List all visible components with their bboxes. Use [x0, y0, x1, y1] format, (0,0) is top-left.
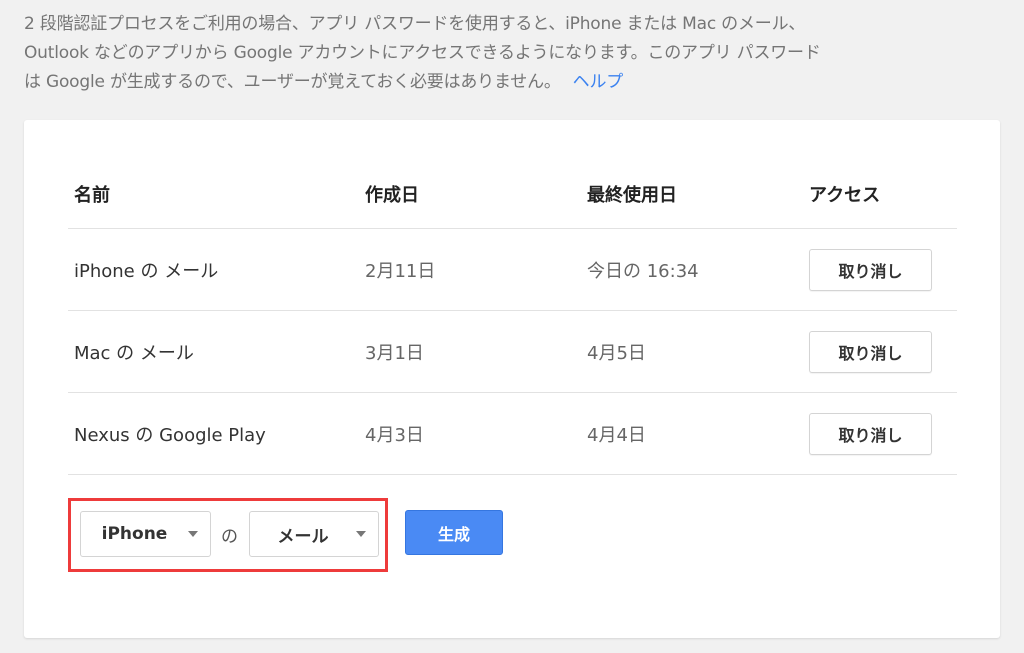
chevron-down-icon: [188, 531, 198, 537]
revoke-button[interactable]: 取り消し: [809, 248, 932, 291]
intro-text: 2 段階認証プロセスをご利用の場合、アプリ パスワードを使用すると、iPhone…: [24, 10, 1004, 97]
table-row: Nexus の Google Play 4月3日 4月4日 取り消し: [68, 393, 957, 475]
header-created: 作成日: [365, 185, 419, 206]
header-name: 名前: [74, 185, 110, 206]
row-created: 3月1日: [365, 342, 424, 364]
header-last-used: 最終使用日: [587, 185, 677, 206]
row-created: 4月3日: [365, 424, 424, 446]
row-last-used: 今日の 16:34: [587, 260, 699, 282]
intro-line-2: Outlook などのアプリから Google アカウントにアクセスできるように…: [24, 43, 821, 63]
row-name: iPhone の メール: [74, 260, 219, 282]
row-last-used: 4月4日: [587, 424, 646, 446]
app-passwords-table: 名前 作成日 最終使用日 アクセス iPhone の メール 2月11日 今日の…: [68, 160, 957, 475]
intro-line-1: 2 段階認証プロセスをご利用の場合、アプリ パスワードを使用すると、iPhone…: [24, 14, 806, 34]
device-select-value: iPhone: [101, 524, 168, 544]
row-access: 取り消し: [809, 229, 932, 310]
row-last-used: 4月5日: [587, 342, 646, 364]
table-row: Mac の メール 3月1日 4月5日 取り消し: [68, 311, 957, 393]
table-row: iPhone の メール 2月11日 今日の 16:34 取り消し: [68, 229, 957, 311]
row-created: 2月11日: [365, 260, 436, 282]
table-header-row: 名前 作成日 最終使用日 アクセス: [68, 160, 957, 229]
row-access: 取り消し: [809, 393, 932, 474]
help-link[interactable]: ヘルプ: [573, 72, 624, 92]
app-password-generator-highlight: iPhone の メール: [68, 498, 388, 572]
header-access: アクセス: [809, 185, 881, 206]
revoke-button[interactable]: 取り消し: [809, 412, 932, 455]
of-label: の: [221, 526, 238, 547]
revoke-button[interactable]: 取り消し: [809, 330, 932, 373]
intro-line-3-text: は Google が生成するので、ユーザーが覚えておく必要はありません。: [24, 72, 561, 92]
device-select[interactable]: iPhone: [80, 511, 211, 557]
app-passwords-card: 名前 作成日 最終使用日 アクセス iPhone の メール 2月11日 今日の…: [24, 120, 1000, 638]
intro-line-3: は Google が生成するので、ユーザーが覚えておく必要はありません。 ヘルプ: [24, 68, 1004, 97]
chevron-down-icon: [356, 531, 366, 537]
row-access: 取り消し: [809, 311, 932, 392]
app-select[interactable]: メール: [249, 511, 379, 557]
row-name: Nexus の Google Play: [74, 424, 266, 446]
app-select-value: メール: [277, 526, 329, 547]
row-name: Mac の メール: [74, 342, 194, 364]
generate-button[interactable]: 生成: [405, 510, 503, 555]
